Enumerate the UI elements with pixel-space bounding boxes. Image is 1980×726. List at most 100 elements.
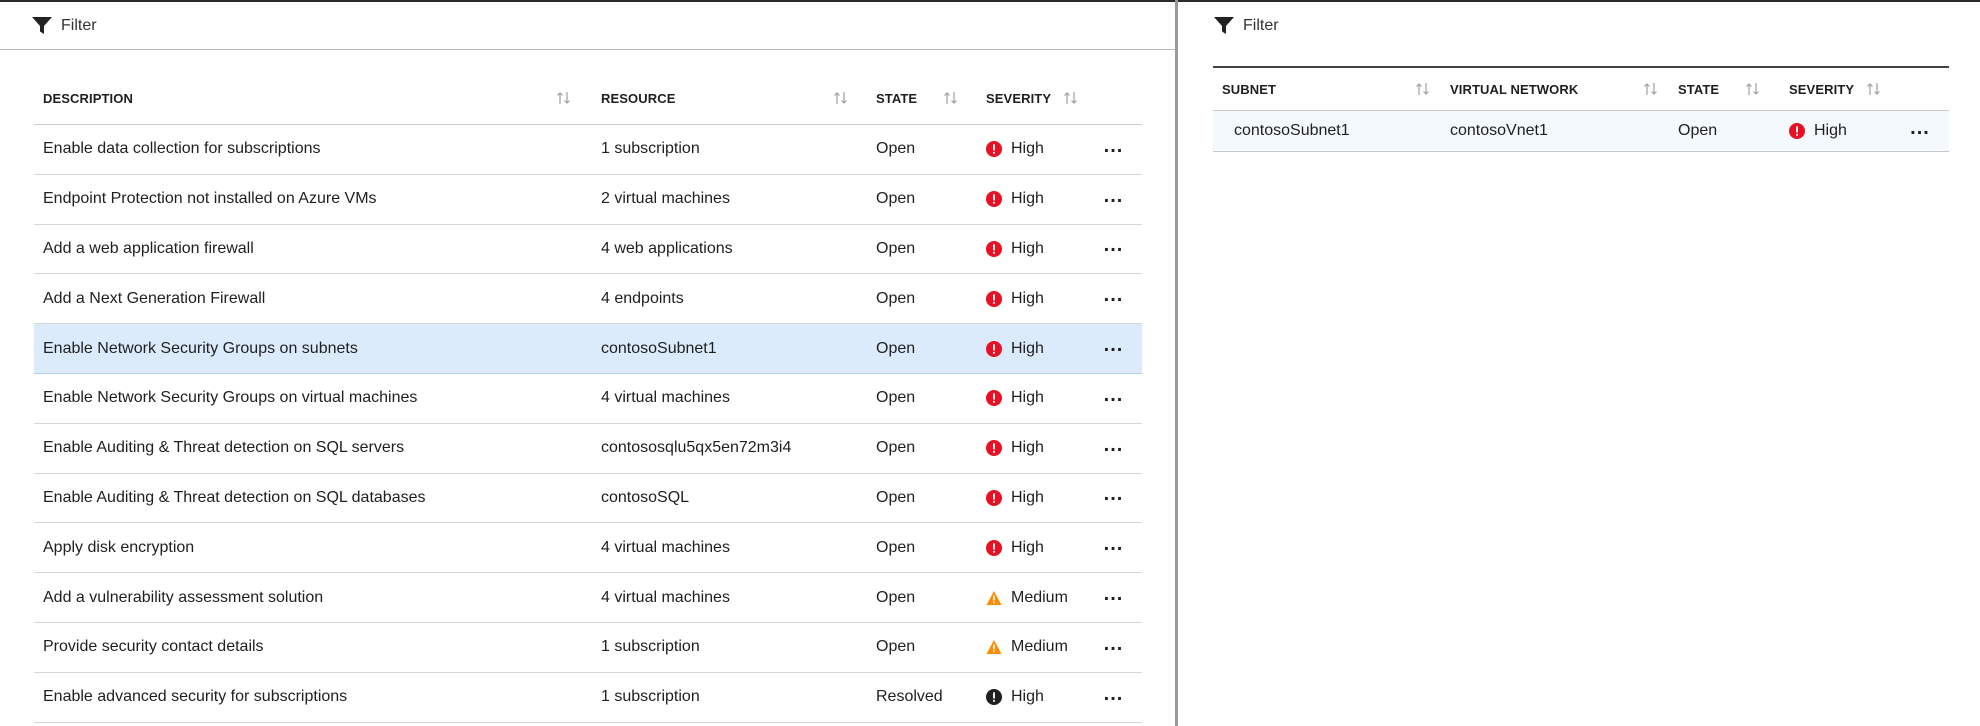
more-actions-button[interactable]: ... [1085,224,1142,275]
resource-cell: 4 endpoints [592,273,867,325]
column-header-subnet[interactable]: SUBNET [1213,66,1441,111]
severity-cell: High [977,672,1085,723]
more-actions-button[interactable]: ... [1085,373,1142,424]
severity-cell: High [977,174,1085,225]
severity-cell: High [977,423,1085,474]
column-header-actions [1085,72,1142,125]
severity-cell: High [977,273,1085,325]
sort-icon[interactable] [833,91,849,105]
subnet-cell: contosoSubnet1 [1213,110,1441,152]
table-header-row: DESCRIPTION RESOURCE STATE SEVERITY [34,72,1142,125]
more-actions-button[interactable]: ... [1085,672,1142,723]
table-row[interactable]: Add a vulnerability assessment solution 4… [34,572,1142,623]
column-header-severity[interactable]: SEVERITY [1780,66,1891,111]
resource-cell: contosoSQL [592,473,867,524]
sort-icon[interactable] [1866,82,1882,96]
table-row[interactable]: Add a Next Generation Firewall 4 endpoint… [34,273,1142,325]
state-cell: Open [867,423,977,474]
filter-icon[interactable] [1214,17,1234,35]
state-cell: Open [867,522,977,574]
virtual-network-cell: contosoVnet1 [1441,110,1669,152]
table-row[interactable]: Enable Auditing & Threat detection on SQ… [34,473,1142,524]
table-row[interactable]: Apply disk encryption 4 virtual machines O… [34,522,1142,574]
error-icon [986,489,1002,506]
column-header-state[interactable]: STATE [1669,66,1780,111]
sort-icon[interactable] [1415,82,1431,96]
sort-icon[interactable] [943,91,959,105]
filter-label[interactable]: Filter [1243,17,1279,35]
severity-label: Medium [1011,588,1068,606]
state-cell: Resolved [867,672,977,723]
more-actions-button[interactable]: ... [1085,124,1142,175]
state-cell: Open [867,622,977,673]
more-actions-button[interactable]: ... [1085,622,1142,673]
warning-icon [986,590,1002,605]
resource-cell: contosoSubnet1 [592,323,867,374]
resource-cell: 4 virtual machines [592,373,867,424]
more-actions-button[interactable]: ... [1085,473,1142,524]
sort-icon[interactable] [1745,82,1761,96]
table-row[interactable]: Enable advanced security for subscriptio… [34,672,1142,723]
table-row[interactable]: Enable data collection for subscriptions… [34,124,1142,175]
severity-label: High [1011,289,1044,307]
severity-cell: High [977,124,1085,175]
filter-bar[interactable]: Filter [0,2,1175,50]
table-row[interactable]: Enable Network Security Groups on subnet… [34,323,1142,374]
column-header-virtual-network[interactable]: VIRTUAL NETWORK [1441,66,1669,111]
severity-cell: High [1780,110,1891,152]
sort-icon[interactable] [1643,82,1659,96]
table-row[interactable]: contosoSubnet1 contosoVnet1 Open High... [1213,110,1949,152]
error-icon [986,390,1002,407]
table-row[interactable]: Enable Auditing & Threat detection on SQ… [34,423,1142,474]
description-cell: Apply disk encryption [34,522,592,574]
sort-icon[interactable] [1063,91,1079,105]
severity-label: High [1814,122,1847,139]
table-row[interactable]: Add a web application firewall 4 web appl… [34,224,1142,275]
description-cell: Provide security contact details [34,622,592,673]
filter-icon[interactable] [32,16,52,35]
column-header-severity[interactable]: SEVERITY [977,72,1085,125]
column-header-resource[interactable]: RESOURCE [592,72,867,125]
sort-icon[interactable] [556,91,572,105]
more-actions-button[interactable]: ... [1085,174,1142,225]
severity-label: High [1011,688,1044,706]
severity-label: High [1011,389,1044,407]
resource-cell: 4 virtual machines [592,522,867,574]
description-cell: Enable Auditing & Threat detection on SQ… [34,473,592,524]
state-cell: Open [867,174,977,225]
more-actions-button[interactable]: ... [1085,273,1142,325]
severity-cell: High [977,473,1085,524]
state-cell: Open [867,124,977,175]
filter-bar[interactable]: Filter [1178,2,1980,50]
resource-cell: 1 subscription [592,622,867,673]
subnets-table: SUBNET VIRTUAL NETWORK STATE SEVERITY co… [1213,66,1949,152]
more-actions-button[interactable]: ... [1891,110,1949,152]
severity-cell: Medium [977,622,1085,673]
severity-label: High [1011,239,1044,257]
state-cell: Open [867,273,977,325]
filter-label[interactable]: Filter [61,17,97,35]
severity-label: High [1011,488,1044,506]
more-actions-button[interactable]: ... [1085,423,1142,474]
severity-label: High [1011,140,1044,158]
more-actions-button[interactable]: ... [1085,522,1142,574]
error-icon [986,191,1002,208]
column-header-state[interactable]: STATE [867,72,977,125]
state-cell: Open [867,224,977,275]
table-row[interactable]: Endpoint Protection not installed on Azu… [34,174,1142,225]
severity-cell: High [977,522,1085,574]
table-row[interactable]: Enable Network Security Groups on virtua… [34,373,1142,424]
more-actions-button[interactable]: ... [1085,572,1142,623]
resource-cell: 2 virtual machines [592,174,867,225]
table-row[interactable]: Provide security contact details 1 subscr… [34,622,1142,673]
error-icon [986,440,1002,457]
column-header-description[interactable]: DESCRIPTION [34,72,592,125]
more-actions-button[interactable]: ... [1085,323,1142,374]
resource-cell: 4 web applications [592,224,867,275]
description-cell: Add a web application firewall [34,224,592,275]
resource-cell: 4 virtual machines [592,572,867,623]
description-cell: Endpoint Protection not installed on Azu… [34,174,592,225]
severity-cell: High [977,323,1085,374]
resource-cell: 1 subscription [592,124,867,175]
severity-label: High [1011,190,1044,208]
